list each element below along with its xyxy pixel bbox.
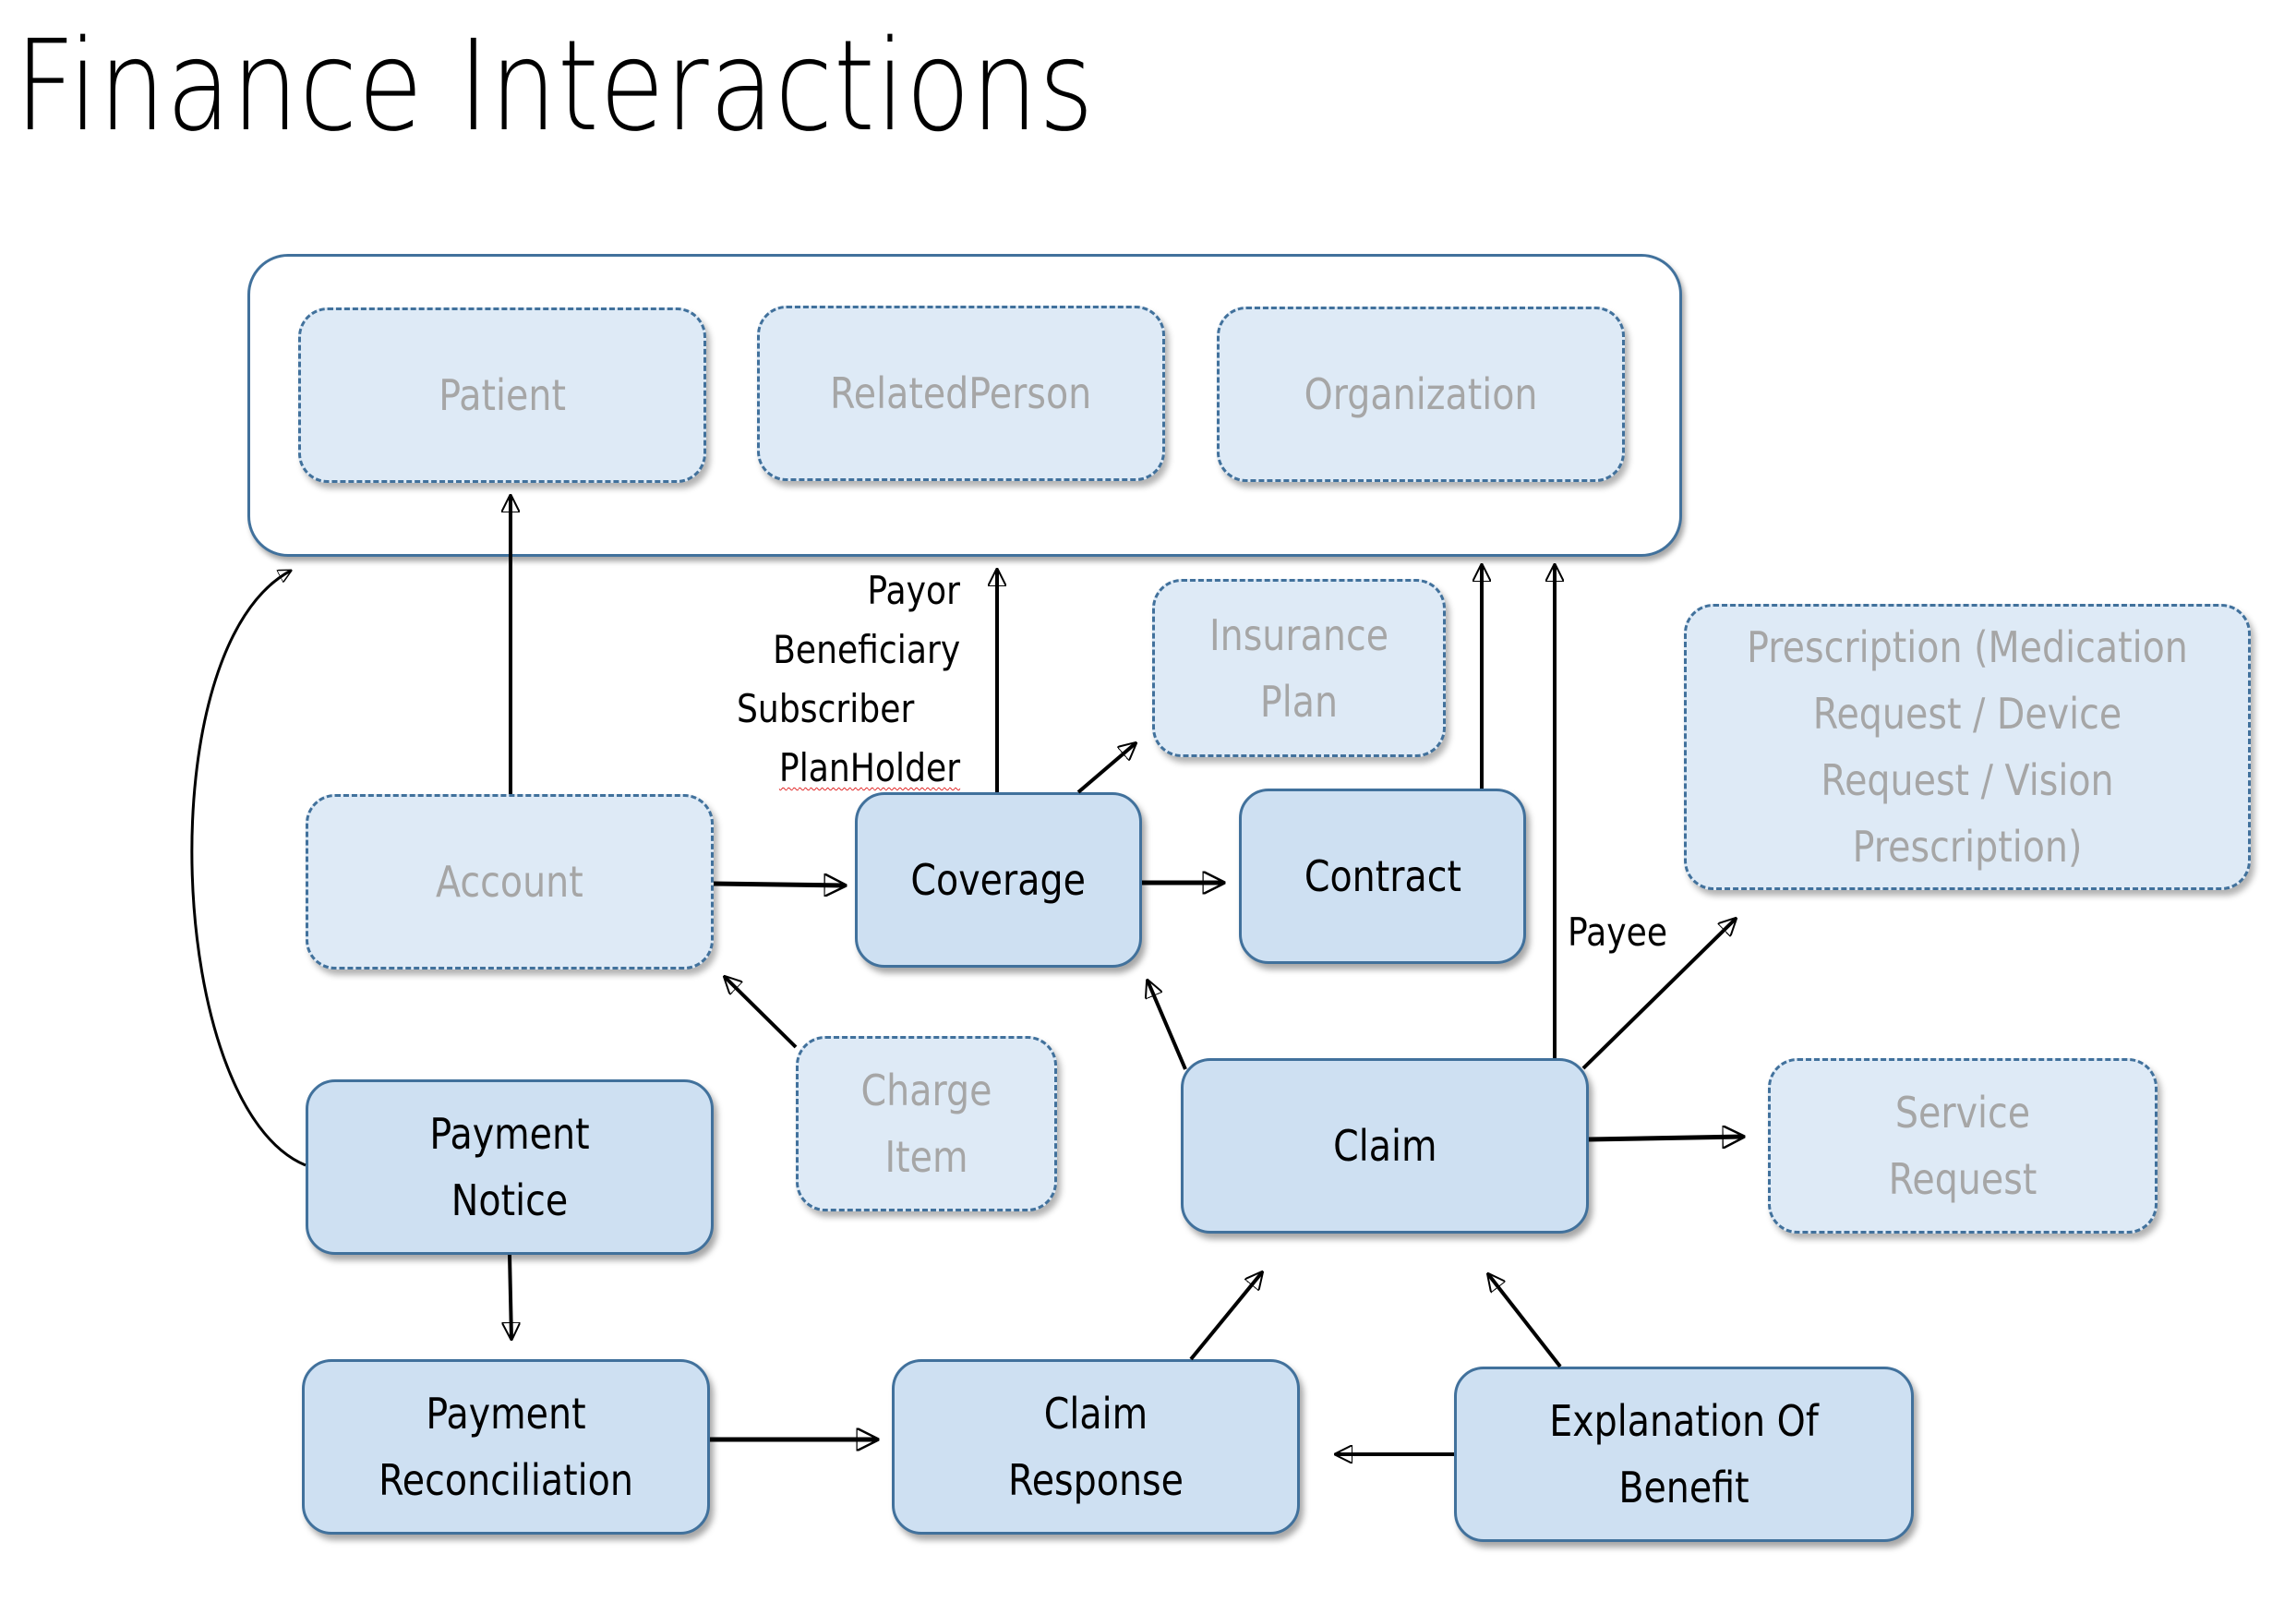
node-label: Prescription (Medication Request / Devic…	[1747, 622, 2188, 872]
node-label: Payment Reconciliation	[379, 1389, 633, 1505]
node-patient[interactable]: Patient	[298, 307, 706, 483]
node-explanation-of-benefit[interactable]: Explanation Of Benefit	[1454, 1367, 1914, 1542]
payee-label: Payee	[1568, 909, 1668, 955]
node-insurance-plan[interactable]: Insurance Plan	[1152, 579, 1446, 757]
node-service-request[interactable]: Service Request	[1768, 1058, 2158, 1234]
edge-claim-coverage	[1148, 981, 1187, 1070]
node-organization[interactable]: Organization	[1217, 307, 1625, 482]
role-planholder: PlanHolder	[778, 745, 960, 790]
edge-claim-response-claim	[1189, 1272, 1262, 1361]
node-label: Contract	[1304, 851, 1461, 901]
node-charge-item[interactable]: Charge Item	[796, 1036, 1057, 1211]
node-label: Payment Notice	[429, 1109, 590, 1225]
node-label: Coverage	[910, 855, 1087, 905]
node-label: Account	[436, 857, 583, 907]
node-label: RelatedPerson	[830, 368, 1092, 418]
coverage-roles-label: Payor Beneficiary Subscriber PlanHolder	[702, 561, 960, 798]
node-label: Claim	[1332, 1121, 1437, 1171]
node-payment-notice[interactable]: Payment Notice	[306, 1079, 714, 1255]
edge-payment-notice-party	[190, 571, 307, 1167]
node-label: Charge Item	[860, 1066, 992, 1182]
node-coverage[interactable]: Coverage	[855, 792, 1142, 968]
node-label: Claim Response	[1007, 1389, 1184, 1505]
edge-eob-claim	[1488, 1274, 1562, 1368]
node-label: Organization	[1304, 369, 1538, 419]
edge-account-coverage	[713, 884, 845, 885]
role-subscriber: Subscriber	[737, 686, 915, 731]
role-beneficiary: Beneficiary	[772, 627, 960, 672]
node-label: Insurance Plan	[1208, 609, 1389, 727]
edge-payment-notice-reconciliation	[510, 1254, 511, 1339]
node-label: Service Request	[1888, 1088, 2038, 1204]
page-title: Finance Interactions	[15, 14, 1095, 160]
node-label: Patient	[439, 370, 566, 420]
edge-coverage-insurance-plan	[1076, 743, 1136, 794]
node-label: Explanation Of Benefit	[1549, 1396, 1819, 1512]
role-payor: Payor	[867, 568, 960, 613]
node-related-person[interactable]: RelatedPerson	[757, 306, 1165, 481]
edge-claim-service-request	[1588, 1137, 1743, 1139]
edge-charge-item-account	[725, 977, 798, 1049]
node-contract[interactable]: Contract	[1239, 789, 1526, 964]
node-claim[interactable]: Claim	[1181, 1058, 1589, 1234]
node-prescription[interactable]: Prescription (Medication Request / Devic…	[1684, 604, 2251, 890]
node-account[interactable]: Account	[306, 794, 714, 970]
node-claim-response[interactable]: Claim Response	[892, 1359, 1300, 1535]
node-payment-reconciliation[interactable]: Payment Reconciliation	[302, 1359, 710, 1535]
